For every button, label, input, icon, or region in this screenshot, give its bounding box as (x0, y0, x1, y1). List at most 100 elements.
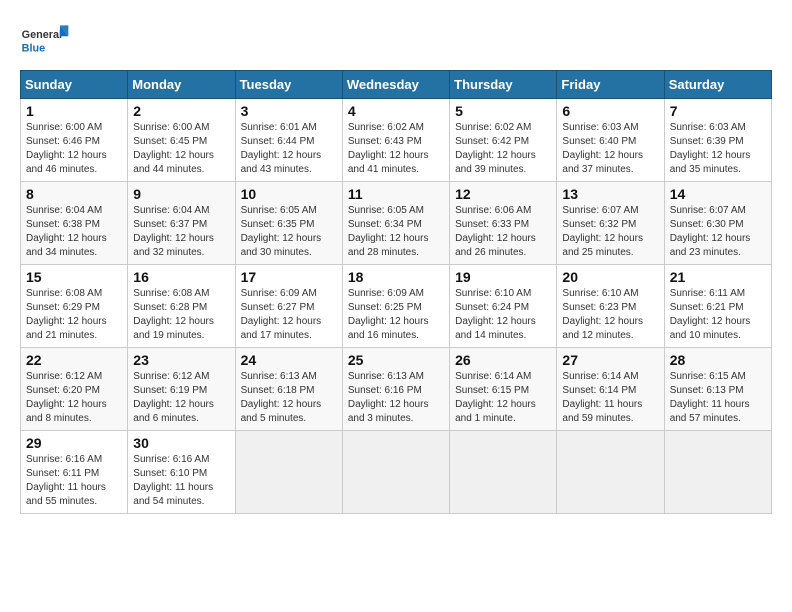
day-info: Sunrise: 6:08 AMSunset: 6:29 PMDaylight:… (26, 288, 107, 341)
weekday-header-tuesday: Tuesday (235, 71, 342, 99)
day-number: 8 (26, 186, 122, 202)
day-info: Sunrise: 6:08 AMSunset: 6:28 PMDaylight:… (133, 288, 214, 341)
calendar-day-10: 10 Sunrise: 6:05 AMSunset: 6:35 PMDaylig… (235, 182, 342, 265)
calendar-day-3: 3 Sunrise: 6:01 AMSunset: 6:44 PMDayligh… (235, 99, 342, 182)
calendar-week-1: 1 Sunrise: 6:00 AMSunset: 6:46 PMDayligh… (21, 99, 772, 182)
weekday-header-saturday: Saturday (664, 71, 771, 99)
day-number: 6 (562, 103, 658, 119)
day-number: 17 (241, 269, 337, 285)
calendar-day-6: 6 Sunrise: 6:03 AMSunset: 6:40 PMDayligh… (557, 99, 664, 182)
day-number: 9 (133, 186, 229, 202)
day-number: 27 (562, 352, 658, 368)
empty-cell (450, 431, 557, 514)
calendar-day-21: 21 Sunrise: 6:11 AMSunset: 6:21 PMDaylig… (664, 265, 771, 348)
calendar-day-19: 19 Sunrise: 6:10 AMSunset: 6:24 PMDaylig… (450, 265, 557, 348)
day-number: 13 (562, 186, 658, 202)
calendar-day-23: 23 Sunrise: 6:12 AMSunset: 6:19 PMDaylig… (128, 348, 235, 431)
calendar-day-27: 27 Sunrise: 6:14 AMSunset: 6:14 PMDaylig… (557, 348, 664, 431)
calendar: SundayMondayTuesdayWednesdayThursdayFrid… (20, 70, 772, 514)
day-info: Sunrise: 6:10 AMSunset: 6:23 PMDaylight:… (562, 288, 643, 341)
day-number: 22 (26, 352, 122, 368)
calendar-day-5: 5 Sunrise: 6:02 AMSunset: 6:42 PMDayligh… (450, 99, 557, 182)
day-number: 26 (455, 352, 551, 368)
day-number: 3 (241, 103, 337, 119)
day-number: 30 (133, 435, 229, 451)
empty-cell (557, 431, 664, 514)
weekday-header-monday: Monday (128, 71, 235, 99)
day-info: Sunrise: 6:07 AMSunset: 6:32 PMDaylight:… (562, 205, 643, 258)
weekday-header-wednesday: Wednesday (342, 71, 449, 99)
day-info: Sunrise: 6:00 AMSunset: 6:45 PMDaylight:… (133, 122, 214, 175)
day-info: Sunrise: 6:11 AMSunset: 6:21 PMDaylight:… (670, 288, 751, 341)
day-number: 12 (455, 186, 551, 202)
empty-cell (342, 431, 449, 514)
day-number: 7 (670, 103, 766, 119)
day-number: 20 (562, 269, 658, 285)
weekday-header-thursday: Thursday (450, 71, 557, 99)
day-info: Sunrise: 6:02 AMSunset: 6:42 PMDaylight:… (455, 122, 536, 175)
calendar-day-9: 9 Sunrise: 6:04 AMSunset: 6:37 PMDayligh… (128, 182, 235, 265)
calendar-day-30: 30 Sunrise: 6:16 AMSunset: 6:10 PMDaylig… (128, 431, 235, 514)
calendar-week-4: 22 Sunrise: 6:12 AMSunset: 6:20 PMDaylig… (21, 348, 772, 431)
calendar-day-13: 13 Sunrise: 6:07 AMSunset: 6:32 PMDaylig… (557, 182, 664, 265)
day-info: Sunrise: 6:14 AMSunset: 6:15 PMDaylight:… (455, 371, 536, 424)
day-number: 19 (455, 269, 551, 285)
svg-text:Blue: Blue (22, 42, 45, 54)
day-number: 25 (348, 352, 444, 368)
svg-text:General: General (22, 29, 62, 41)
day-info: Sunrise: 6:04 AMSunset: 6:37 PMDaylight:… (133, 205, 214, 258)
day-info: Sunrise: 6:13 AMSunset: 6:18 PMDaylight:… (241, 371, 322, 424)
day-number: 23 (133, 352, 229, 368)
calendar-day-11: 11 Sunrise: 6:05 AMSunset: 6:34 PMDaylig… (342, 182, 449, 265)
calendar-day-16: 16 Sunrise: 6:08 AMSunset: 6:28 PMDaylig… (128, 265, 235, 348)
calendar-day-26: 26 Sunrise: 6:14 AMSunset: 6:15 PMDaylig… (450, 348, 557, 431)
day-number: 14 (670, 186, 766, 202)
calendar-day-2: 2 Sunrise: 6:00 AMSunset: 6:45 PMDayligh… (128, 99, 235, 182)
weekday-header-sunday: Sunday (21, 71, 128, 99)
weekday-header-friday: Friday (557, 71, 664, 99)
day-number: 15 (26, 269, 122, 285)
day-number: 18 (348, 269, 444, 285)
day-number: 16 (133, 269, 229, 285)
day-info: Sunrise: 6:12 AMSunset: 6:20 PMDaylight:… (26, 371, 107, 424)
day-info: Sunrise: 6:09 AMSunset: 6:25 PMDaylight:… (348, 288, 429, 341)
day-number: 11 (348, 186, 444, 202)
day-info: Sunrise: 6:01 AMSunset: 6:44 PMDaylight:… (241, 122, 322, 175)
day-number: 2 (133, 103, 229, 119)
day-info: Sunrise: 6:09 AMSunset: 6:27 PMDaylight:… (241, 288, 322, 341)
calendar-week-3: 15 Sunrise: 6:08 AMSunset: 6:29 PMDaylig… (21, 265, 772, 348)
day-info: Sunrise: 6:10 AMSunset: 6:24 PMDaylight:… (455, 288, 536, 341)
empty-cell (235, 431, 342, 514)
calendar-day-18: 18 Sunrise: 6:09 AMSunset: 6:25 PMDaylig… (342, 265, 449, 348)
day-info: Sunrise: 6:16 AMSunset: 6:11 PMDaylight:… (26, 454, 106, 507)
calendar-day-24: 24 Sunrise: 6:13 AMSunset: 6:18 PMDaylig… (235, 348, 342, 431)
day-info: Sunrise: 6:15 AMSunset: 6:13 PMDaylight:… (670, 371, 750, 424)
calendar-day-20: 20 Sunrise: 6:10 AMSunset: 6:23 PMDaylig… (557, 265, 664, 348)
day-info: Sunrise: 6:13 AMSunset: 6:16 PMDaylight:… (348, 371, 429, 424)
calendar-day-25: 25 Sunrise: 6:13 AMSunset: 6:16 PMDaylig… (342, 348, 449, 431)
logo: General Blue (20, 20, 72, 60)
day-info: Sunrise: 6:07 AMSunset: 6:30 PMDaylight:… (670, 205, 751, 258)
day-number: 21 (670, 269, 766, 285)
calendar-week-2: 8 Sunrise: 6:04 AMSunset: 6:38 PMDayligh… (21, 182, 772, 265)
day-info: Sunrise: 6:03 AMSunset: 6:39 PMDaylight:… (670, 122, 751, 175)
calendar-day-28: 28 Sunrise: 6:15 AMSunset: 6:13 PMDaylig… (664, 348, 771, 431)
day-info: Sunrise: 6:05 AMSunset: 6:35 PMDaylight:… (241, 205, 322, 258)
calendar-day-8: 8 Sunrise: 6:04 AMSunset: 6:38 PMDayligh… (21, 182, 128, 265)
calendar-day-17: 17 Sunrise: 6:09 AMSunset: 6:27 PMDaylig… (235, 265, 342, 348)
calendar-day-29: 29 Sunrise: 6:16 AMSunset: 6:11 PMDaylig… (21, 431, 128, 514)
day-info: Sunrise: 6:16 AMSunset: 6:10 PMDaylight:… (133, 454, 213, 507)
empty-cell (664, 431, 771, 514)
day-number: 1 (26, 103, 122, 119)
calendar-day-7: 7 Sunrise: 6:03 AMSunset: 6:39 PMDayligh… (664, 99, 771, 182)
calendar-week-5: 29 Sunrise: 6:16 AMSunset: 6:11 PMDaylig… (21, 431, 772, 514)
calendar-day-4: 4 Sunrise: 6:02 AMSunset: 6:43 PMDayligh… (342, 99, 449, 182)
header: General Blue (20, 20, 772, 60)
day-info: Sunrise: 6:00 AMSunset: 6:46 PMDaylight:… (26, 122, 107, 175)
calendar-day-22: 22 Sunrise: 6:12 AMSunset: 6:20 PMDaylig… (21, 348, 128, 431)
day-number: 24 (241, 352, 337, 368)
calendar-day-15: 15 Sunrise: 6:08 AMSunset: 6:29 PMDaylig… (21, 265, 128, 348)
day-number: 29 (26, 435, 122, 451)
day-number: 28 (670, 352, 766, 368)
calendar-day-14: 14 Sunrise: 6:07 AMSunset: 6:30 PMDaylig… (664, 182, 771, 265)
